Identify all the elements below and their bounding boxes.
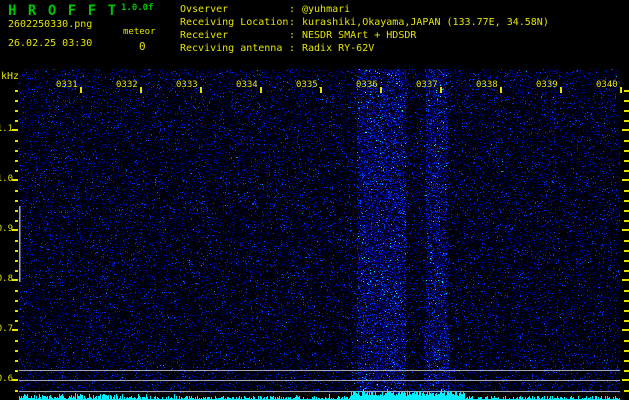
y-axis-minor-tick-left [15,390,18,392]
x-axis-tick [320,87,322,93]
y-axis-minor-tick-left [15,140,18,142]
y-axis-minor-tick-right [624,250,629,252]
y-axis-minor-tick-right [624,350,629,352]
y-axis-minor-tick-right [624,270,629,272]
y-axis-minor-tick-left [15,160,18,162]
x-axis-tick-label: 0338 [476,80,498,90]
x-axis-tick-label: 0331 [56,80,78,90]
y-axis-minor-tick-left [15,100,18,102]
y-axis-minor-tick-left [15,200,18,202]
y-axis-minor-tick-left [15,250,18,252]
y-axis-major-tick-left [12,129,18,131]
y-axis-minor-tick-right [624,150,629,152]
y-axis-major-tick-right [622,229,629,231]
x-axis-tick [440,87,442,93]
x-axis-tick-label: 0339 [536,80,558,90]
y-axis-minor-tick-right [624,140,629,142]
y-axis-minor-tick-right [624,360,629,362]
y-axis-minor-tick-right [624,170,629,172]
y-axis-minor-tick-right [624,220,629,222]
y-axis-minor-tick-right [624,110,629,112]
y-axis-minor-tick-right [624,190,629,192]
y-axis-minor-tick-right [624,120,629,122]
y-axis-major-tick-right [622,129,629,131]
x-axis-tick-label: 0340 [596,80,618,90]
y-axis-minor-tick-right [624,240,629,242]
x-axis-tick-label: 0334 [236,80,258,90]
x-axis-tick [200,87,202,93]
x-axis-tick [140,87,142,93]
x-axis-tick-label: 0332 [116,80,138,90]
y-axis-minor-tick-left [15,260,18,262]
x-axis-tick [380,87,382,93]
y-axis-minor-tick-right [624,90,629,92]
y-axis-minor-tick-left [15,270,18,272]
y-axis-minor-tick-left [15,210,18,212]
y-axis-minor-tick-right [624,340,629,342]
y-axis-minor-tick-right [624,310,629,312]
y-axis-minor-tick-right [624,290,629,292]
y-axis-minor-tick-left [15,190,18,192]
y-axis-major-tick-left [12,329,18,331]
x-axis-tick [560,87,562,93]
y-axis-major-tick-left [12,229,18,231]
y-axis-minor-tick-left [15,370,18,372]
x-axis-tick-label: 0333 [176,80,198,90]
y-axis-minor-tick-right [624,100,629,102]
y-axis-minor-tick-left [15,340,18,342]
y-axis-minor-tick-right [624,260,629,262]
y-axis-minor-tick-left [15,90,18,92]
y-axis-minor-tick-left [15,220,18,222]
y-axis-minor-tick-left [15,350,18,352]
y-axis-minor-tick-left [15,110,18,112]
y-axis-major-tick-left [12,179,18,181]
y-axis-minor-tick-left [15,300,18,302]
y-axis-minor-tick-right [624,200,629,202]
y-axis-minor-tick-left [15,150,18,152]
hrofft-spectrogram-output: HROFFT 1.0.0f 2602250330.png 26.02.25 03… [0,0,629,400]
y-axis-minor-tick-left [15,360,18,362]
x-axis-tick [80,87,82,93]
y-axis-major-tick-left [12,279,18,281]
y-axis-minor-tick-left [15,320,18,322]
y-axis-major-tick-right [622,279,629,281]
y-axis-minor-tick-right [624,160,629,162]
y-axis-major-tick-right [622,179,629,181]
y-axis-minor-tick-left [15,120,18,122]
y-axis-major-tick-left [12,379,18,381]
y-axis-minor-tick-left [15,170,18,172]
y-axis-minor-tick-right [624,300,629,302]
y-axis-minor-tick-left [15,290,18,292]
x-axis-tick-label: 0335 [296,80,318,90]
y-axis-major-tick-right [622,329,629,331]
y-axis-minor-tick-right [624,390,629,392]
y-axis-major-tick-right [622,379,629,381]
axes-layer: 1.11.00.90.80.70.60331033203330334033503… [0,0,629,400]
x-axis-tick [260,87,262,93]
x-axis-tick [500,87,502,93]
y-axis-minor-tick-left [15,310,18,312]
y-axis-minor-tick-right [624,370,629,372]
y-axis-minor-tick-right [624,210,629,212]
x-axis-tick [620,87,622,93]
y-axis-minor-tick-left [15,240,18,242]
y-axis-minor-tick-right [624,320,629,322]
x-axis-tick-label: 0337 [416,80,438,90]
x-axis-tick-label: 0336 [356,80,378,90]
